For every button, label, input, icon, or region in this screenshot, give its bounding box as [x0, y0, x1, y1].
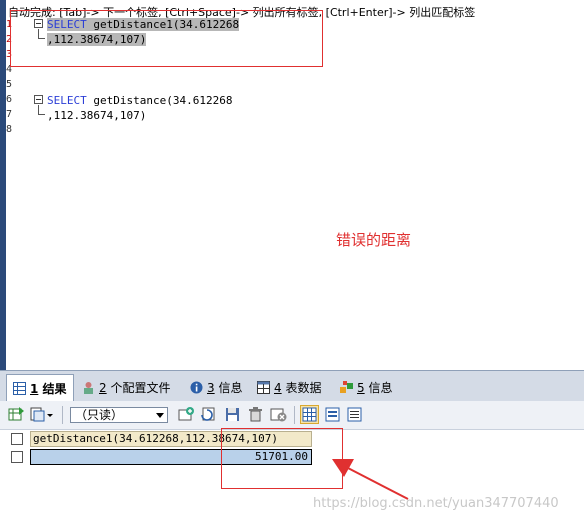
- copy-dropdown-icon[interactable]: [30, 406, 47, 423]
- info-blocks-icon: [340, 380, 353, 394]
- add-row-icon[interactable]: [178, 406, 195, 423]
- duplicate-row-icon[interactable]: [200, 406, 217, 423]
- chevron-down-icon[interactable]: [46, 406, 54, 423]
- cancel-changes-icon[interactable]: [270, 406, 287, 423]
- readonly-select[interactable]: （只读）: [70, 407, 168, 423]
- chevron-down-icon: [156, 413, 164, 418]
- export-grid-icon[interactable]: [8, 406, 25, 423]
- line-number: 6: [6, 94, 13, 105]
- delete-icon[interactable]: [247, 406, 264, 423]
- tab-table-data[interactable]: 4 表数据: [257, 375, 321, 399]
- highlight-box-result: [221, 428, 343, 489]
- collapse-icon[interactable]: [34, 95, 43, 104]
- highlight-box-query: [10, 10, 323, 67]
- tab-results[interactable]: 1 结果: [6, 374, 74, 401]
- watermark: https://blog.csdn.net/yuan347707440: [313, 496, 559, 511]
- table-icon: [257, 380, 270, 394]
- line-number: 5: [6, 79, 13, 90]
- line-number: 8: [6, 124, 13, 135]
- info-icon: [190, 381, 203, 394]
- row-checkbox[interactable]: [11, 451, 23, 463]
- line-number: 7: [6, 109, 13, 120]
- profile-icon: [82, 381, 95, 394]
- sql-editor[interactable]: 1 2 3 4 5 6 7 8 自动完成: [Tab]-> 下一个标签, [Ct…: [0, 0, 584, 370]
- grid-icon: [13, 381, 26, 395]
- code-line-7: ,112.38674,107): [47, 109, 147, 122]
- result-tabs: 1 结果 2 个配置文件 3 信息 4 表数据 5 信息: [0, 370, 584, 401]
- grid-view-icon[interactable]: [300, 405, 319, 424]
- tab-messages[interactable]: 3 信息: [190, 375, 242, 399]
- annotation-wrong-distance: 错误的距离: [336, 231, 412, 249]
- select-all-checkbox[interactable]: [11, 433, 23, 445]
- results-toolbar: （只读）: [0, 401, 584, 430]
- tab-profiles[interactable]: 2 个配置文件: [82, 375, 170, 399]
- toolbar-separator: [294, 406, 295, 424]
- tab-info[interactable]: 5 信息: [340, 375, 392, 399]
- form-view-icon[interactable]: [324, 406, 341, 423]
- save-icon[interactable]: [224, 406, 241, 423]
- fold-guide: [38, 105, 45, 115]
- toolbar-separator: [62, 406, 63, 424]
- text-view-icon[interactable]: [346, 406, 363, 423]
- code-line-6: SELECT getDistance(34.612268: [47, 94, 233, 107]
- sql-keyword: SELECT: [47, 94, 87, 107]
